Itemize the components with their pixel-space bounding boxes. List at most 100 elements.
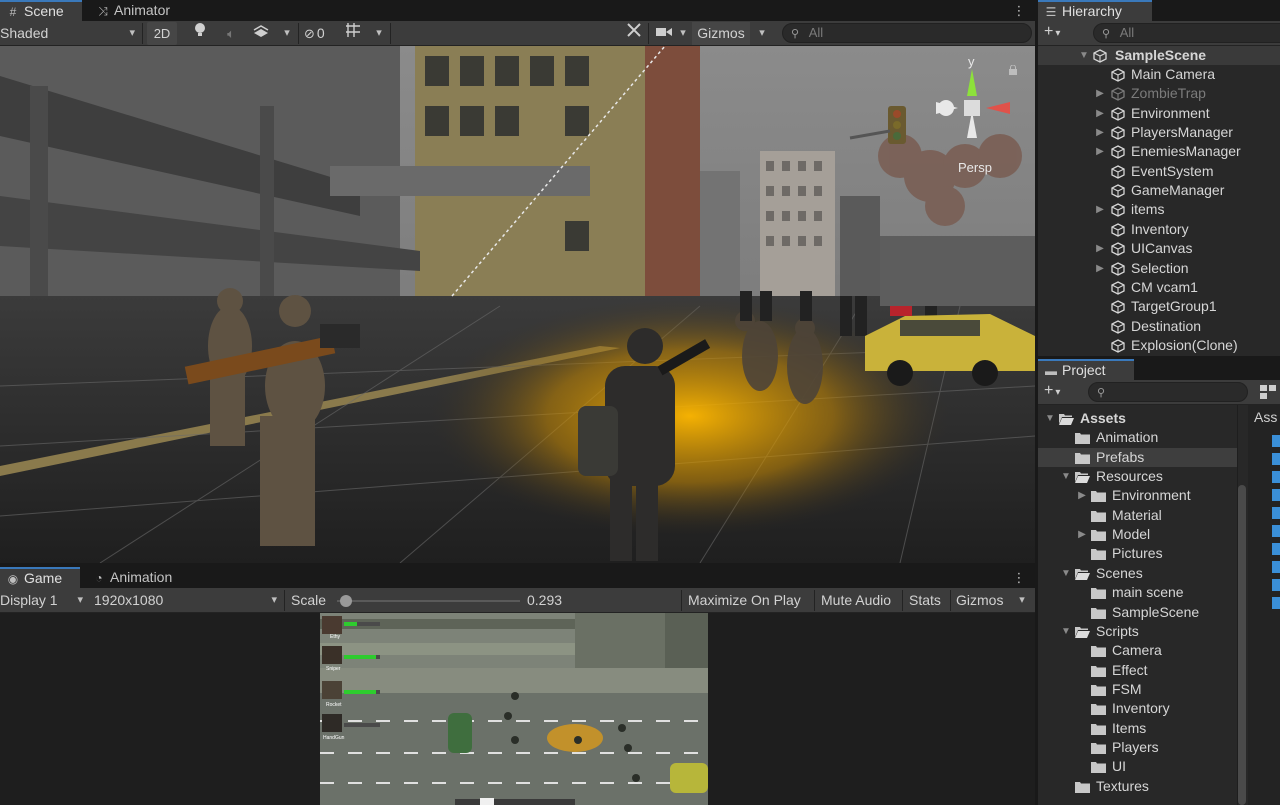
project-folder-item[interactable]: ▼ Scripts	[1038, 622, 1237, 641]
prefab-asset-icon[interactable]	[1272, 597, 1280, 609]
game-gizmos-dropdown-icon[interactable]: ▾	[1014, 589, 1030, 612]
prefab-asset-icon[interactable]	[1272, 453, 1280, 465]
hierarchy-item[interactable]: ▶ items	[1038, 200, 1280, 219]
project-folder-item[interactable]: ▶ Model	[1038, 525, 1237, 544]
hierarchy-item[interactable]: ▶ PlayersManager	[1038, 123, 1280, 142]
project-folder-item[interactable]: Inventory	[1038, 699, 1237, 718]
gizmos-dropdown-icon[interactable]: ▾	[754, 22, 770, 45]
hierarchy-item[interactable]: GameManager	[1038, 181, 1280, 200]
effects-dropdown-icon[interactable]: ▾	[280, 22, 294, 45]
tab-animation[interactable]: ◔ Animation	[86, 567, 182, 588]
tab-hierarchy[interactable]: ☰ Hierarchy	[1038, 0, 1152, 21]
projection-label[interactable]: Persp	[958, 160, 992, 175]
mute-audio-toggle[interactable]: Mute Audio	[821, 589, 891, 612]
caret-right-icon[interactable]: ▶	[1094, 239, 1106, 258]
hierarchy-search-input[interactable]: ⚲ All	[1093, 23, 1280, 43]
prefab-asset-icon[interactable]	[1272, 579, 1280, 591]
project-folder-item[interactable]: Textures	[1038, 777, 1237, 796]
project-folder-item[interactable]: UI	[1038, 757, 1237, 776]
project-folder-item[interactable]: Material	[1038, 506, 1237, 525]
hud-character-card[interactable]: Sniper	[322, 646, 390, 672]
hierarchy-item[interactable]: Explosion(Clone)	[1038, 336, 1280, 355]
project-scrollbar[interactable]	[1238, 409, 1246, 805]
project-folder-item[interactable]: Pictures	[1038, 544, 1237, 563]
caret-right-icon[interactable]: ▶	[1076, 486, 1088, 505]
hierarchy-item[interactable]: ▶ ZombieTrap	[1038, 84, 1280, 103]
orientation-gizmo[interactable]: y Persp	[930, 54, 1015, 176]
hierarchy-item[interactable]: Destination	[1038, 317, 1280, 336]
camera-dropdown-icon[interactable]: ▾	[676, 22, 690, 45]
hierarchy-item[interactable]: Main Camera	[1038, 65, 1280, 84]
project-folder-item[interactable]: main scene	[1038, 583, 1237, 602]
scrollbar-thumb[interactable]	[1238, 485, 1246, 805]
caret-down-icon[interactable]: ▼	[1060, 467, 1072, 486]
project-folder-item[interactable]: SampleScene	[1038, 603, 1237, 622]
prefab-asset-icon[interactable]	[1272, 561, 1280, 573]
game-gizmos-toggle[interactable]: Gizmos	[956, 589, 1003, 612]
caret-right-icon[interactable]: ▶	[1094, 259, 1106, 278]
project-folder-item[interactable]: ▶ Environment	[1038, 486, 1237, 505]
lighting-toggle-icon[interactable]	[190, 22, 210, 45]
caret-down-icon[interactable]: ▼	[1060, 622, 1072, 641]
tab-scene[interactable]: # Scene	[0, 0, 82, 21]
prefab-asset-icon[interactable]	[1272, 471, 1280, 483]
caret-right-icon[interactable]: ▶	[1094, 142, 1106, 161]
camera-icon[interactable]	[654, 22, 674, 45]
project-folder-item[interactable]: Players	[1038, 738, 1237, 757]
tab-game[interactable]: ◉ Game	[0, 567, 80, 588]
audio-toggle-icon[interactable]: 🔈︎	[220, 22, 242, 45]
add-object-button[interactable]: + ▾	[1044, 23, 1060, 41]
scene-viewport[interactable]: y Persp	[0, 46, 1035, 563]
project-folder-item[interactable]: ▼ Assets	[1038, 409, 1237, 428]
project-folder-item[interactable]: ▼ Resources	[1038, 467, 1237, 486]
grid-snap-icon[interactable]	[342, 22, 364, 45]
hierarchy-item[interactable]: ▶ EnemiesManager	[1038, 142, 1280, 161]
hierarchy-item[interactable]: ▶ Environment	[1038, 104, 1280, 123]
caret-right-icon[interactable]: ▶	[1094, 123, 1106, 142]
hierarchy-item[interactable]: EventSystem	[1038, 162, 1280, 181]
hud-character-card[interactable]: Rocket	[322, 681, 390, 708]
caret-down-icon[interactable]: ▼	[1060, 564, 1072, 583]
game-viewport[interactable]: Ethy Sniper Rocket HandGun	[0, 613, 1035, 805]
caret-right-icon[interactable]: ▶	[1094, 104, 1106, 123]
hierarchy-item[interactable]: Inventory	[1038, 220, 1280, 239]
prefab-asset-icon[interactable]	[1272, 489, 1280, 501]
caret-down-icon[interactable]: ▼	[1044, 409, 1056, 428]
prefab-asset-icon[interactable]	[1272, 543, 1280, 555]
tools-icon[interactable]	[624, 22, 644, 45]
create-asset-button[interactable]: + ▾	[1044, 382, 1060, 400]
hud-character-card[interactable]: Ethy	[322, 616, 390, 640]
project-folder-item[interactable]: Camera	[1038, 641, 1237, 660]
scale-slider-thumb[interactable]	[340, 595, 353, 607]
gizmos-button[interactable]: Gizmos	[692, 22, 750, 45]
tab-animator[interactable]: ⤨ Animator	[90, 0, 180, 21]
resolution-dropdown[interactable]: 1920x1080	[94, 589, 280, 612]
display-dropdown[interactable]: Display 1	[0, 589, 86, 612]
scene-more-icon[interactable]: ⋮	[1012, 0, 1026, 21]
prefab-asset-icon[interactable]	[1272, 435, 1280, 447]
caret-right-icon[interactable]: ▶	[1094, 200, 1106, 219]
project-folder-item[interactable]: Effect	[1038, 661, 1237, 680]
project-folder-item[interactable]: Animation	[1038, 428, 1237, 447]
grid-dropdown-icon[interactable]: ▾	[372, 22, 386, 45]
hud-character-card[interactable]: HandGun	[322, 714, 390, 741]
effects-toggle-icon[interactable]	[250, 22, 272, 45]
shading-mode-dropdown[interactable]: Shaded	[0, 22, 138, 45]
stats-toggle[interactable]: Stats	[909, 589, 941, 612]
2d-toggle-button[interactable]: 2D	[147, 22, 177, 45]
project-search-input[interactable]: ⚲	[1088, 382, 1248, 402]
hierarchy-item[interactable]: CM vcam1	[1038, 278, 1280, 297]
lock-icon[interactable]	[1008, 62, 1018, 75]
caret-down-icon[interactable]: ▼	[1078, 46, 1090, 65]
maximize-on-play-toggle[interactable]: Maximize On Play	[688, 589, 801, 612]
hidden-objects-toggle[interactable]: ⊘ 0	[304, 22, 338, 45]
scene-root-row[interactable]: ▼ SampleScene	[1038, 46, 1280, 65]
prefab-asset-icon[interactable]	[1272, 525, 1280, 537]
game-more-icon[interactable]: ⋮	[1012, 567, 1026, 588]
project-folder-item[interactable]: Prefabs	[1038, 447, 1237, 467]
tab-project[interactable]: ▬ Project	[1038, 359, 1134, 380]
asset-breadcrumb[interactable]: Ass	[1254, 409, 1277, 425]
project-folder-item[interactable]: FSM	[1038, 680, 1237, 699]
scale-slider[interactable]	[337, 594, 520, 608]
hierarchy-item[interactable]: TargetGroup1	[1038, 297, 1280, 316]
